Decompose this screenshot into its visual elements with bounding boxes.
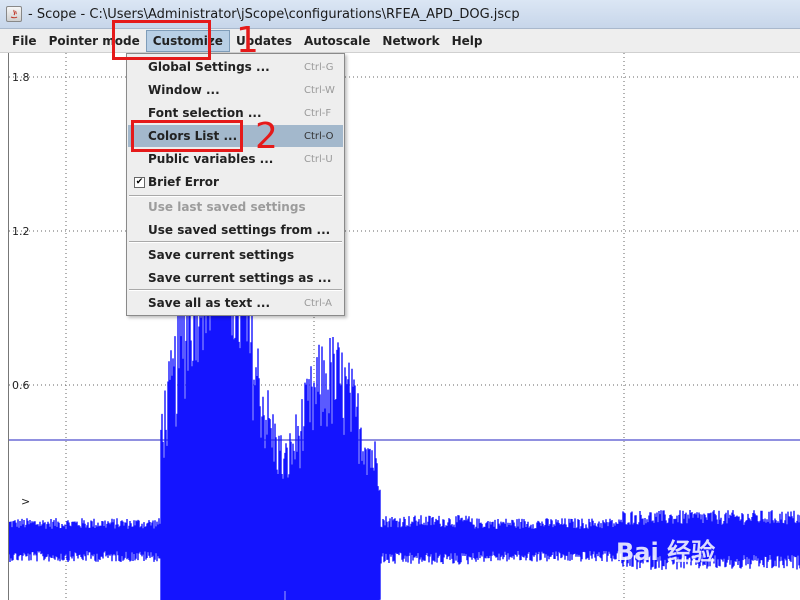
menu-autoscale[interactable]: Autoscale — [298, 30, 376, 52]
menu-item-window[interactable]: Window ... Ctrl-W — [128, 79, 343, 101]
marker-label: > — [21, 495, 31, 508]
customize-dropdown-menu: Global Settings ... Ctrl-G Window ... Ct… — [126, 53, 345, 316]
watermark-text: Bai 经验 — [616, 538, 716, 566]
checkbox-checked-icon[interactable]: ✔ — [134, 176, 145, 188]
shortcut-label: Ctrl-O — [304, 130, 334, 142]
menu-item-save-current-settings[interactable]: Save current settings — [128, 244, 343, 266]
annotation-box-step-2 — [131, 120, 243, 152]
shortcut-label: Ctrl-W — [304, 84, 335, 96]
annotation-number-step-2: 2 — [255, 116, 278, 157]
shortcut-label: Ctrl-A — [304, 297, 333, 309]
shortcut-label: Ctrl-G — [304, 61, 334, 73]
menu-file[interactable]: File — [6, 30, 43, 52]
java-app-icon — [6, 6, 22, 22]
menu-item-use-saved-settings-from[interactable]: Use saved settings from ... — [128, 219, 343, 241]
menu-item-use-last-saved-settings: Use last saved settings — [148, 200, 306, 214]
menu-item-brief-error[interactable]: ✔ Brief Error — [128, 171, 343, 193]
shortcut-label: Ctrl-U — [304, 153, 333, 165]
menu-item-save-all-as-text[interactable]: Save all as text ... Ctrl-A — [128, 292, 343, 314]
menu-network[interactable]: Network — [376, 30, 445, 52]
y-tick-label: 1.2 — [12, 225, 30, 238]
y-tick-label: 0.6 — [12, 379, 30, 392]
menu-separator — [129, 289, 342, 291]
shortcut-label: Ctrl-F — [304, 107, 332, 119]
annotation-number-step-1: 1 — [236, 20, 259, 61]
menu-item-save-current-settings-as[interactable]: Save current settings as ... — [128, 267, 343, 289]
menu-separator — [129, 241, 342, 243]
annotation-box-step-1 — [112, 20, 211, 60]
window-title: - Scope - C:\Users\Administrator\jScope\… — [28, 6, 520, 22]
menu-help[interactable]: Help — [446, 30, 489, 52]
y-tick-label: 1.8 — [12, 71, 30, 84]
